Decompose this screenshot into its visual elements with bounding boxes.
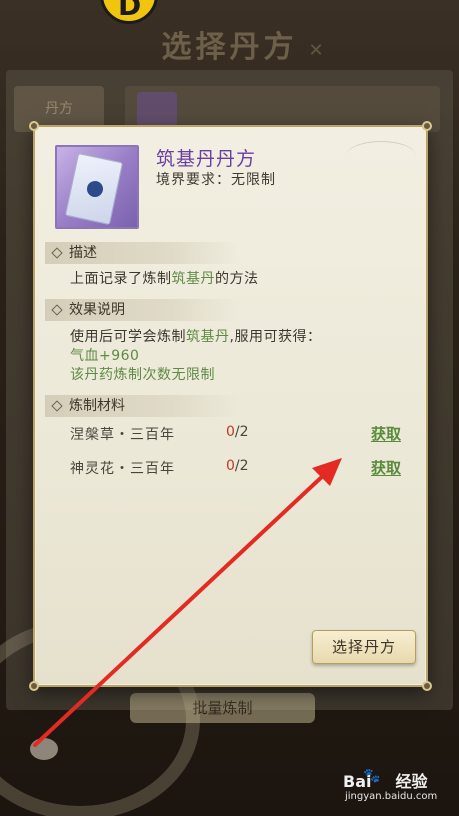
material-have: 0 (226, 458, 235, 474)
section-header-effect: 效果说明 (45, 299, 240, 321)
diamond-icon (51, 304, 63, 316)
section-header-materials: 炼制材料 (45, 395, 240, 417)
material-name: 神灵花・三百年 (70, 461, 175, 477)
material-name: 涅槃草・三百年 (70, 427, 175, 443)
item-title: 筑基丹丹方 (156, 148, 257, 170)
section-header-label: 效果说明 (69, 302, 125, 318)
watermark-url: jingyan.baidu.com (345, 791, 438, 802)
diamond-icon (51, 400, 63, 412)
material-need: /2 (234, 424, 249, 440)
description-text: 上面记录了炼制筑基丹的方法 (70, 268, 259, 288)
corner-ornament (422, 121, 432, 131)
effect-highlight: 筑基丹 (186, 329, 230, 345)
get-material-link[interactable]: 获取 (371, 457, 401, 478)
description-text-part: 上面记录了炼制 (70, 271, 172, 287)
get-material-link[interactable]: 获取 (371, 423, 401, 444)
section-header-label: 描述 (69, 245, 97, 261)
cloud-ornament (346, 141, 416, 171)
material-have: 0 (226, 424, 235, 440)
background-close-icon: ✕ (308, 40, 324, 61)
effect-line-3: 该丹药炼制次数无限制 (70, 367, 215, 383)
material-count: 0/2 (226, 458, 249, 474)
section-header-description: 描述 (45, 242, 240, 264)
description-highlight: 筑基丹 (171, 271, 215, 287)
recipe-book-icon (55, 145, 139, 229)
corner-ornament (29, 681, 39, 691)
realm-requirement: 境界要求：无限制 (156, 172, 276, 188)
background-title: 选择丹方 (161, 30, 298, 65)
material-count: 0/2 (226, 424, 249, 440)
section-header-label: 炼制材料 (69, 398, 125, 414)
corner-ornament (422, 681, 432, 691)
watermark-brand-b: 经验 (395, 772, 428, 791)
select-recipe-button[interactable]: 选择丹方 (312, 630, 416, 664)
material-need: /2 (234, 458, 249, 474)
diamond-icon (51, 247, 63, 259)
effect-text-part: ,服用可获得： (229, 329, 322, 345)
corner-ornament (29, 121, 39, 131)
description-text-part: 的方法 (215, 271, 259, 287)
background-recipe-icon (137, 92, 177, 126)
watermark-brand: Bai 经验 (343, 768, 428, 792)
paw-icon: 🐾 (363, 768, 381, 784)
app-logo (100, 0, 158, 24)
effect-line-2: 气血+960 (70, 348, 140, 364)
background-decoration (30, 738, 58, 760)
effect-line-1: 使用后可学会炼制筑基丹,服用可获得： (70, 326, 321, 346)
background-batch-button: 批量炼制 (130, 693, 315, 723)
recipe-detail-dialog: 筑基丹丹方 境界要求：无限制 描述 上面记录了炼制筑基丹的方法 效果说明 使用后… (29, 121, 432, 691)
effect-text-part: 使用后可学会炼制 (70, 329, 186, 345)
